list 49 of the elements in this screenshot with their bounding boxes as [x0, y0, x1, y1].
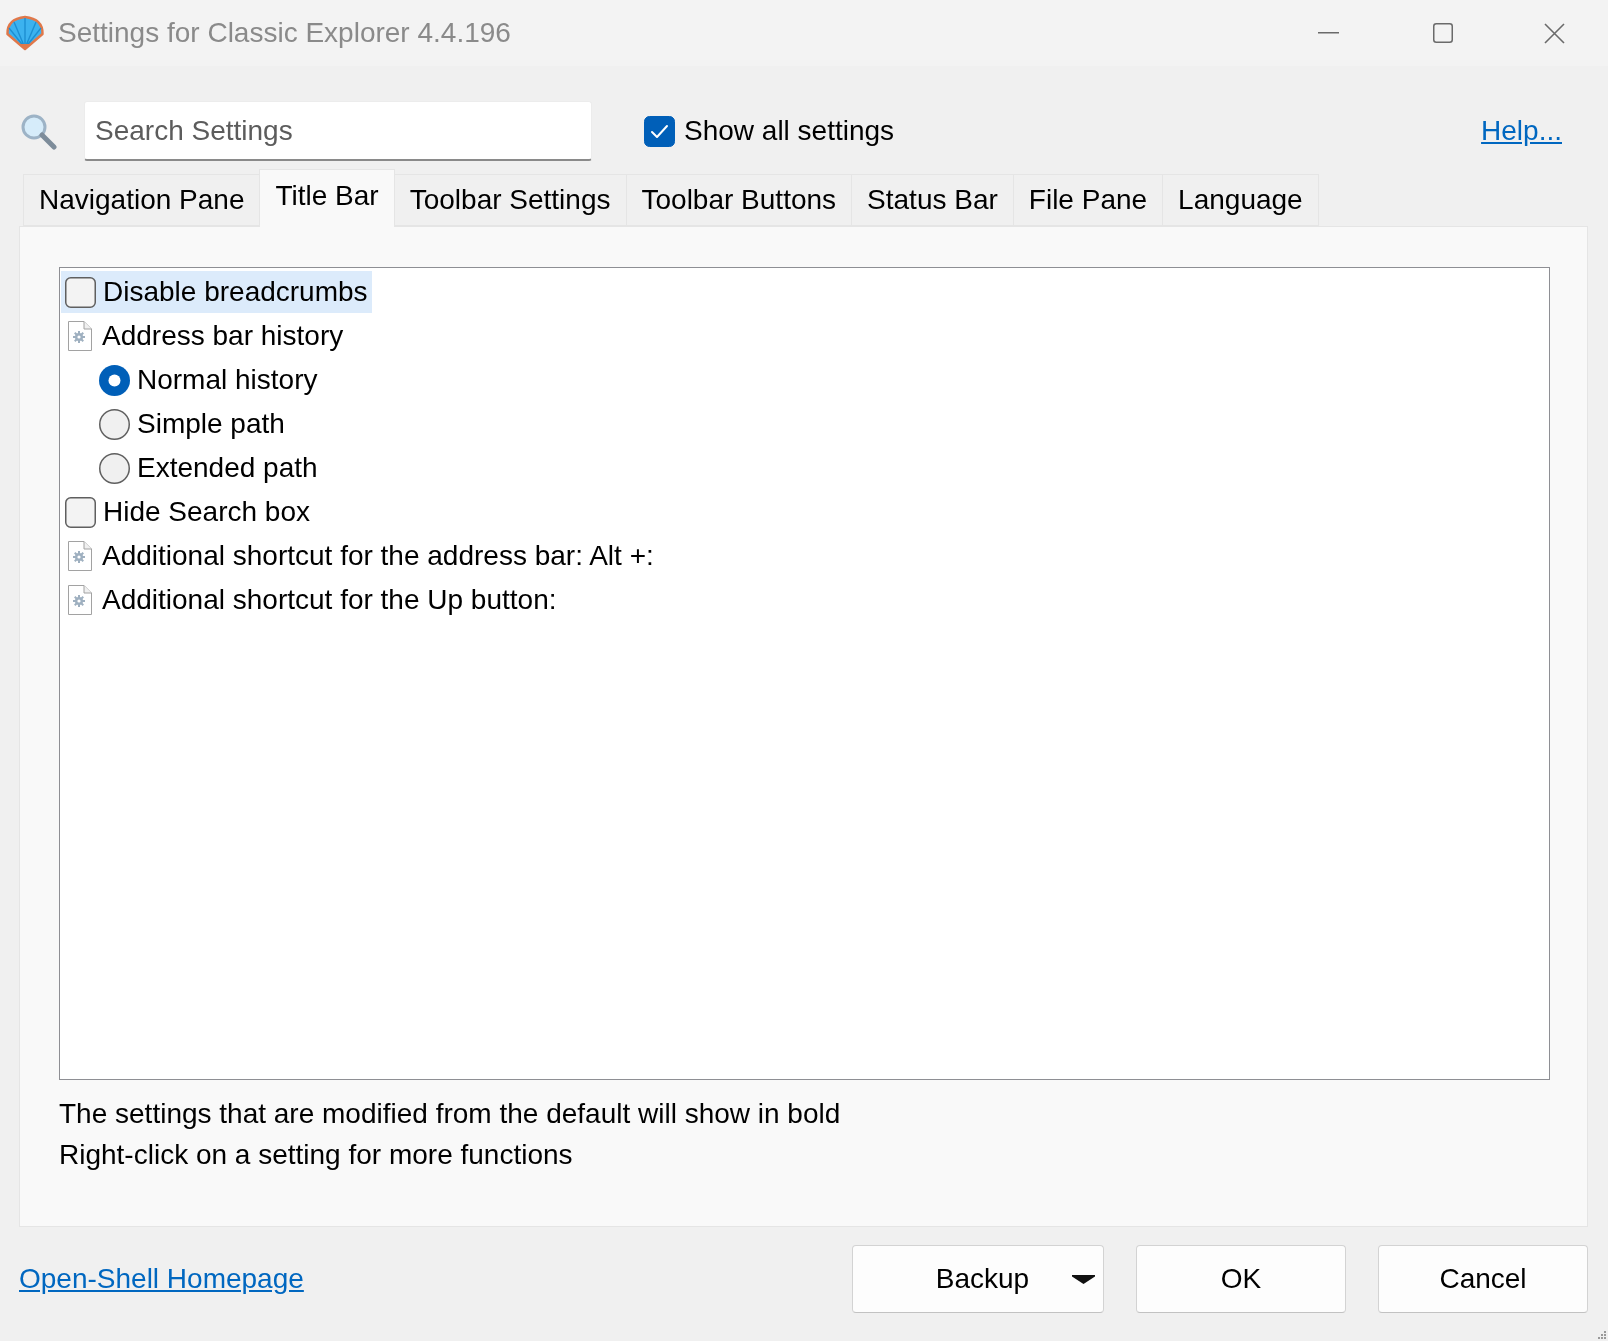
checkbox[interactable]: [65, 276, 96, 308]
tree-item[interactable]: Additional shortcut for the address bar: Alt +:: [61, 535, 658, 577]
tree-item[interactable]: Hide Search box: [61, 491, 314, 533]
setting-label: Normal history: [137, 364, 318, 396]
shell-icon: [5, 15, 45, 51]
tree-item[interactable]: Disable breadcrumbs: [61, 271, 372, 313]
tree-item[interactable]: Normal history: [95, 359, 322, 401]
caret-icon: [1072, 1274, 1095, 1284]
search-icon: [20, 112, 57, 150]
maximize-icon: [1432, 23, 1453, 43]
document-gear-icon: [68, 321, 92, 351]
tab[interactable]: Language: [1162, 174, 1319, 226]
radio-button[interactable]: [99, 408, 130, 440]
radio-button[interactable]: [99, 452, 130, 484]
tab[interactable]: Title Bar: [259, 169, 395, 227]
document-gear-icon: [68, 541, 92, 571]
dropdown-button[interactable]: Backup: [852, 1245, 1104, 1313]
radio-button[interactable]: [99, 364, 130, 396]
close-icon: [1543, 22, 1565, 44]
window-title: Settings for Classic Explorer 4.4.196: [58, 17, 511, 49]
setting-label: Simple path: [137, 408, 285, 440]
tab[interactable]: Toolbar Buttons: [625, 174, 853, 226]
tree-item[interactable]: Additional shortcut for the Up button:: [61, 579, 561, 621]
show-all-checkbox[interactable]: [644, 115, 675, 147]
show-all-label[interactable]: Show all settings: [684, 115, 895, 147]
tab[interactable]: Navigation Pane: [23, 174, 261, 226]
tab[interactable]: File Pane: [1012, 174, 1164, 226]
tree-item[interactable]: Extended path: [95, 447, 322, 489]
setting-label: Address bar history: [102, 320, 344, 352]
setting-label: Extended path: [137, 452, 318, 484]
setting-label: Additional shortcut for the Up button:: [102, 584, 557, 616]
search-field[interactable]: Search Settings: [84, 101, 592, 161]
tree-item[interactable]: Simple path: [95, 403, 289, 445]
setting-label: Hide Search box: [103, 496, 310, 528]
dialog-button[interactable]: Cancel: [1378, 1245, 1588, 1313]
dialog-button[interactable]: OK: [1136, 1245, 1346, 1313]
help-link[interactable]: Help...: [1481, 115, 1562, 147]
tab[interactable]: Status Bar: [851, 174, 1014, 226]
minimize-icon: [1318, 32, 1339, 34]
checkbox[interactable]: [65, 496, 96, 528]
hint-text: Right-click on a setting for more functions: [59, 1138, 573, 1172]
document-gear-icon: [68, 585, 92, 615]
tab[interactable]: Toolbar Settings: [393, 174, 627, 226]
setting-label: Disable breadcrumbs: [103, 276, 368, 308]
resize-grip-icon[interactable]: [1597, 1330, 1606, 1339]
homepage-link[interactable]: Open-Shell Homepage: [19, 1263, 304, 1295]
tree-item[interactable]: Address bar history: [61, 315, 348, 357]
setting-label: Additional shortcut for the address bar: Alt +:: [102, 540, 654, 572]
hint-text: The settings that are modified from the default will show in bold: [59, 1097, 841, 1131]
